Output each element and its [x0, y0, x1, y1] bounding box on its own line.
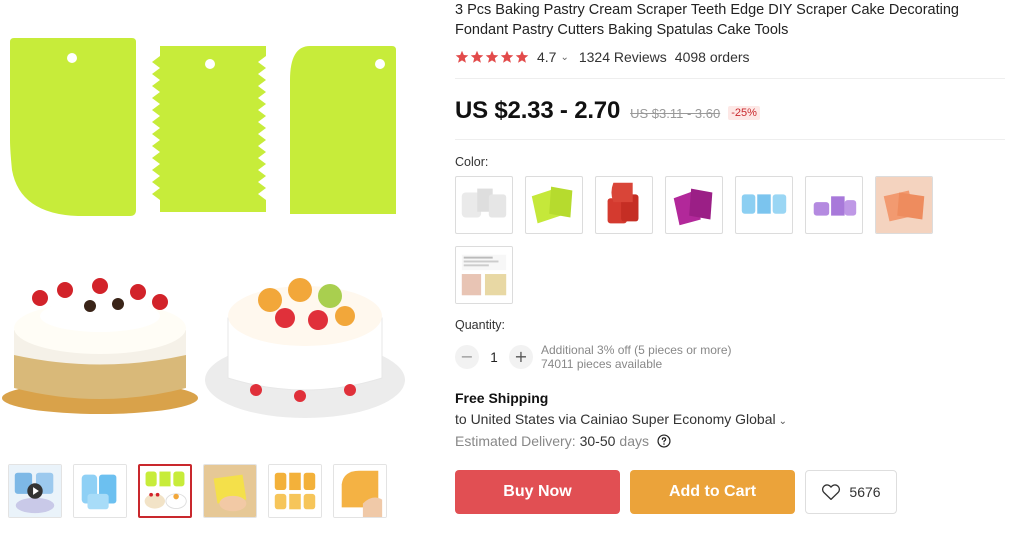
star-icon — [455, 50, 469, 63]
color-swatch-blue[interactable] — [735, 176, 793, 234]
price-row: US $2.33 - 2.70 US $3.11 - 3.60 -25% — [455, 97, 1009, 125]
wishlist-button[interactable]: 5676 — [805, 470, 897, 514]
heart-icon — [822, 484, 841, 501]
scraper-d-shape — [290, 46, 396, 214]
shipping-destination-selector[interactable]: to United States via Cainiao Super Econo… — [455, 411, 1009, 427]
color-swatch-purple[interactable] — [665, 176, 723, 234]
thumbnail-orange-hand[interactable] — [333, 464, 387, 518]
shipping-destination-text: to United States via Cainiao Super Econo… — [455, 411, 776, 427]
color-swatches — [455, 176, 955, 304]
color-swatch-green[interactable] — [525, 176, 583, 234]
current-price: US $2.33 - 2.70 — [455, 97, 621, 124]
quantity-increase-button[interactable]: + — [509, 345, 533, 369]
color-swatch-info-card[interactable] — [455, 246, 513, 304]
chevron-down-icon[interactable]: ⌄ — [560, 52, 568, 63]
quantity-stepper: − + Additional 3% off (5 pieces or more)… — [455, 343, 1009, 371]
product-gallery — [0, 0, 420, 543]
question-circle-icon[interactable] — [657, 434, 671, 448]
quantity-label: Quantity: — [455, 318, 506, 332]
buy-now-button[interactable]: Buy Now — [455, 470, 620, 514]
delivery-label: Estimated Delivery: — [455, 433, 576, 449]
star-icon — [470, 50, 484, 63]
delivery-value: 30-50 — [579, 433, 616, 449]
thumbnail-blue-scrapers[interactable] — [73, 464, 127, 518]
rating-value[interactable]: 4.7 — [537, 49, 556, 65]
color-swatch-violet[interactable] — [805, 176, 863, 234]
star-rating — [455, 50, 529, 64]
delivery-unit: days — [619, 433, 649, 449]
purchase-actions: Buy Now Add to Cart 5676 — [455, 470, 1009, 514]
chevron-down-icon: ⌄ — [778, 416, 788, 427]
main-product-image[interactable] — [0, 0, 420, 450]
add-to-cart-button[interactable]: Add to Cart — [630, 470, 795, 514]
discount-badge: -25% — [728, 106, 760, 120]
cake-right-illustration — [205, 278, 405, 418]
star-icon — [515, 50, 529, 63]
shipping-title: Free Shipping — [455, 390, 549, 406]
main-image-illustration — [2, 38, 405, 418]
divider — [455, 139, 1005, 140]
thumbnail-strip — [8, 464, 387, 518]
wishlist-count: 5676 — [849, 484, 881, 500]
thumbnail-yellow-use[interactable] — [203, 464, 257, 518]
original-price: US $3.11 - 3.60 — [630, 105, 721, 121]
product-info-panel: 3 Pcs Baking Pastry Cream Scraper Teeth … — [455, 0, 1009, 543]
color-swatch-white[interactable] — [455, 176, 513, 234]
bulk-discount-note: Additional 3% off (5 pieces or more) — [541, 343, 732, 357]
rating-row: 4.7 ⌄ 1324 Reviews 4098 orders — [455, 49, 1009, 65]
color-swatch-orange[interactable] — [875, 176, 933, 234]
star-icon — [500, 50, 514, 63]
orders-count: 4098 orders — [674, 49, 750, 65]
reviews-link[interactable]: 1324 Reviews — [579, 49, 667, 65]
thumbnail-video[interactable] — [8, 464, 62, 518]
color-label: Color: — [455, 155, 489, 169]
quantity-decrease-button[interactable]: − — [455, 345, 479, 369]
stock-available-note: 74011 pieces available — [541, 357, 663, 371]
quantity-notes: Additional 3% off (5 pieces or more) 740… — [541, 343, 732, 371]
thumbnail-orange-scrapers[interactable] — [268, 464, 322, 518]
color-swatch-red[interactable] — [595, 176, 653, 234]
product-title: 3 Pcs Baking Pastry Cream Scraper Teeth … — [455, 2, 959, 38]
quantity-input[interactable] — [479, 345, 509, 369]
divider — [455, 78, 1005, 79]
cake-left-illustration — [2, 278, 198, 414]
star-icon — [485, 50, 499, 63]
estimated-delivery: Estimated Delivery: 30-50 days — [455, 433, 1009, 449]
scraper-rounded-shape — [10, 38, 136, 216]
thumbnail-green-cakes[interactable] — [138, 464, 192, 518]
scraper-teeth-shape — [152, 46, 266, 212]
